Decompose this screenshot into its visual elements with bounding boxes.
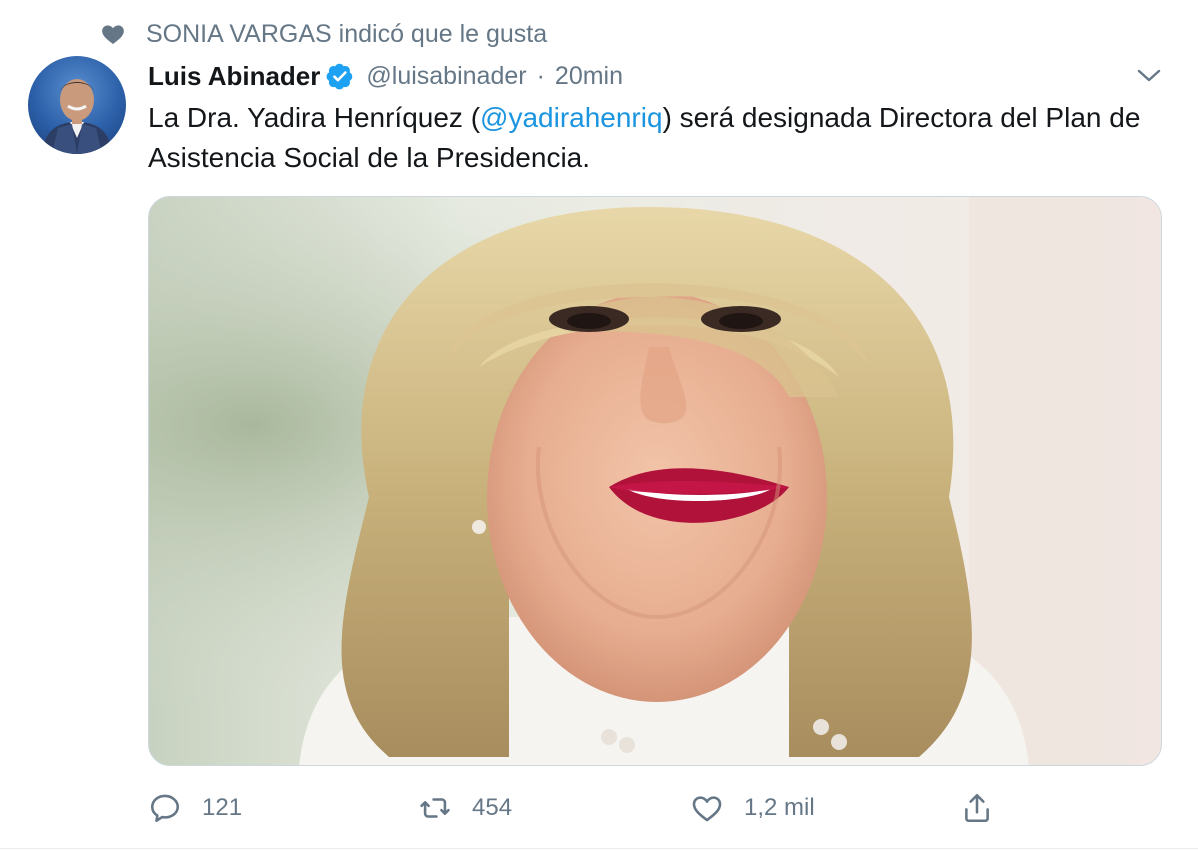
author-handle[interactable]: @luisabinader [366,62,526,91]
heart-outline-icon [690,791,724,825]
tweet-text-before: La Dra. Yadira Henríquez ( [148,102,481,133]
heart-icon [100,21,126,47]
author-name[interactable]: Luis Abinader [148,61,320,92]
tweet-header: Luis Abinader @luisabinader · 20min [148,56,623,96]
retweet-count: 454 [472,794,513,821]
mention-link[interactable]: @yadirahenriq [480,102,663,133]
retweet-icon [418,791,452,825]
reply-icon [148,791,182,825]
reply-button[interactable]: 121 [148,786,242,830]
tweet-actions: 121 454 1,2 mil [148,786,1162,830]
share-button[interactable] [960,786,1014,830]
tweet-card[interactable]: SONIA VARGAS indicó que le gusta Luis Ab… [0,0,1198,860]
like-count: 1,2 mil [744,794,815,821]
divider [0,848,1198,849]
avatar[interactable] [28,56,126,154]
retweet-button[interactable]: 454 [418,786,512,830]
share-icon [960,791,994,825]
social-context: SONIA VARGAS indicó que le gusta [100,16,547,52]
social-context-text: SONIA VARGAS indicó que le gusta [146,19,548,48]
tweet-text: La Dra. Yadira Henríquez (@yadirahenriq)… [148,98,1158,178]
separator-dot: · [536,61,545,90]
like-button[interactable]: 1,2 mil [690,786,815,830]
chevron-down-icon[interactable] [1136,64,1162,86]
tweet-photo[interactable] [148,196,1162,766]
verified-badge-icon [326,62,354,90]
tweet-timestamp[interactable]: 20min [555,62,623,91]
reply-count: 121 [202,794,243,821]
